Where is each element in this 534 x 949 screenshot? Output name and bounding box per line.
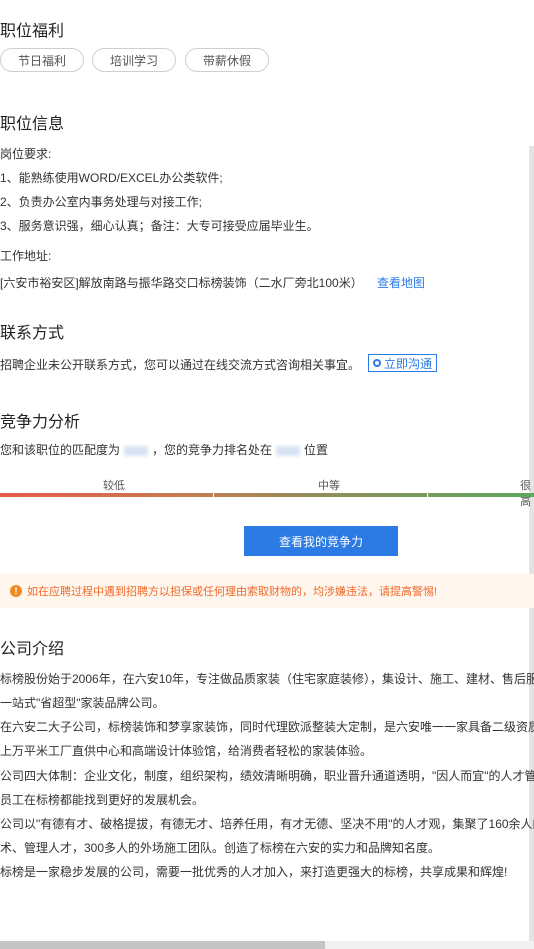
- company-line: 公司四大体制：企业文化，制度，组织架构，绩效清晰明确，职业晋升通道透明，"因人而…: [0, 769, 534, 783]
- horizontal-scrollbar[interactable]: [0, 941, 534, 949]
- company-line: 术、管理人才，300多人的外场施工团队。创造了标榜在六安的实力和品牌知名度。: [0, 841, 441, 855]
- benefit-tag-paid-leave: 带薪休假: [185, 48, 269, 72]
- company-line: 在六安二大子公司，标榜装饰和梦享家装饰，同时代理欧派整装大定制，是六安唯一一家具…: [0, 720, 534, 734]
- competition-text: 您和该职位的匹配度为 ，您的竞争力排名处在 位置: [0, 441, 328, 458]
- warning-icon: !: [10, 585, 22, 597]
- rank-text: ，您的竞争力排名处在: [152, 443, 273, 457]
- scale-divider: [213, 491, 214, 499]
- match-text: 您和该职位的匹配度为: [0, 443, 121, 457]
- benefit-tag-holiday: 节日福利: [0, 48, 84, 72]
- view-map-link[interactable]: 查看地图: [377, 274, 425, 291]
- warning-text: 如在应聘过程中遇到招聘方以担保或任何理由索取财物的，均涉嫌违法，请提高警惕!: [27, 586, 438, 598]
- scale-low-label: 较低: [103, 480, 125, 492]
- requirement-item: 3、服务意识强，细心认真；备注：大专可接受应届毕业生。: [0, 219, 319, 233]
- company-line: 标榜是一家稳步发展的公司，需要一批优秀的人才加入，来打造更强大的标榜，共享成果和…: [0, 865, 508, 879]
- chat-circle-icon: [373, 359, 381, 367]
- company-line: 上万平米工厂直供中心和高端设计体验馆，给消费者轻松的家装体验。: [0, 744, 373, 758]
- company-title: 公司介绍: [0, 641, 65, 658]
- contact-text: 招聘企业未公开联系方式，您可以通过在线交流方式咨询相关事宜。: [0, 358, 361, 372]
- requirements-label: 岗位要求:: [0, 147, 52, 161]
- position-text: 位置: [304, 443, 329, 457]
- job-info-title: 职位信息: [0, 116, 65, 133]
- requirement-item: 2、负责办公室内事务处理与对接工作;: [0, 195, 203, 209]
- chat-now-label: 立即沟通: [384, 356, 433, 371]
- hidden-match-value: [124, 445, 149, 456]
- scale-mid-label: 中等: [318, 480, 340, 492]
- hidden-rank-value: [276, 445, 301, 456]
- company-line: 公司以"有德有才、破格提拔，有德无才、培养任用，有才无德、坚决不用"的人才观，集…: [0, 817, 534, 831]
- company-line: 员工在标榜都能找到更好的发展机会。: [0, 793, 205, 807]
- benefits-title: 职位福利: [0, 23, 65, 40]
- requirement-item: 1、能熟练使用WORD/EXCEL办公类软件;: [0, 171, 223, 185]
- view-competitiveness-button[interactable]: 查看我的竞争力: [244, 526, 398, 556]
- contact-title: 联系方式: [0, 325, 65, 342]
- address-label: 工作地址:: [0, 249, 52, 263]
- company-line: 一站式"省超型"家装品牌公司。: [0, 696, 165, 710]
- scale-divider: [427, 491, 428, 499]
- competition-scale-bar: [0, 493, 534, 497]
- warning-banner: ! 如在应聘过程中遇到招聘方以担保或任何理由索取财物的，均涉嫌违法，请提高警惕!: [0, 574, 534, 608]
- horizontal-scroll-thumb[interactable]: [0, 941, 325, 949]
- benefit-tag-training: 培训学习: [92, 48, 176, 72]
- work-address: [六安市裕安区]解放南路与振华路交口标榜装饰（二水厂旁北100米）: [0, 276, 363, 290]
- competition-title: 竞争力分析: [0, 414, 81, 431]
- company-line: 标榜股份始于2006年，在六安10年，专注做品质家装（住宅家庭装修），集设计、施…: [0, 672, 534, 686]
- chat-now-button[interactable]: 立即沟通: [368, 354, 438, 372]
